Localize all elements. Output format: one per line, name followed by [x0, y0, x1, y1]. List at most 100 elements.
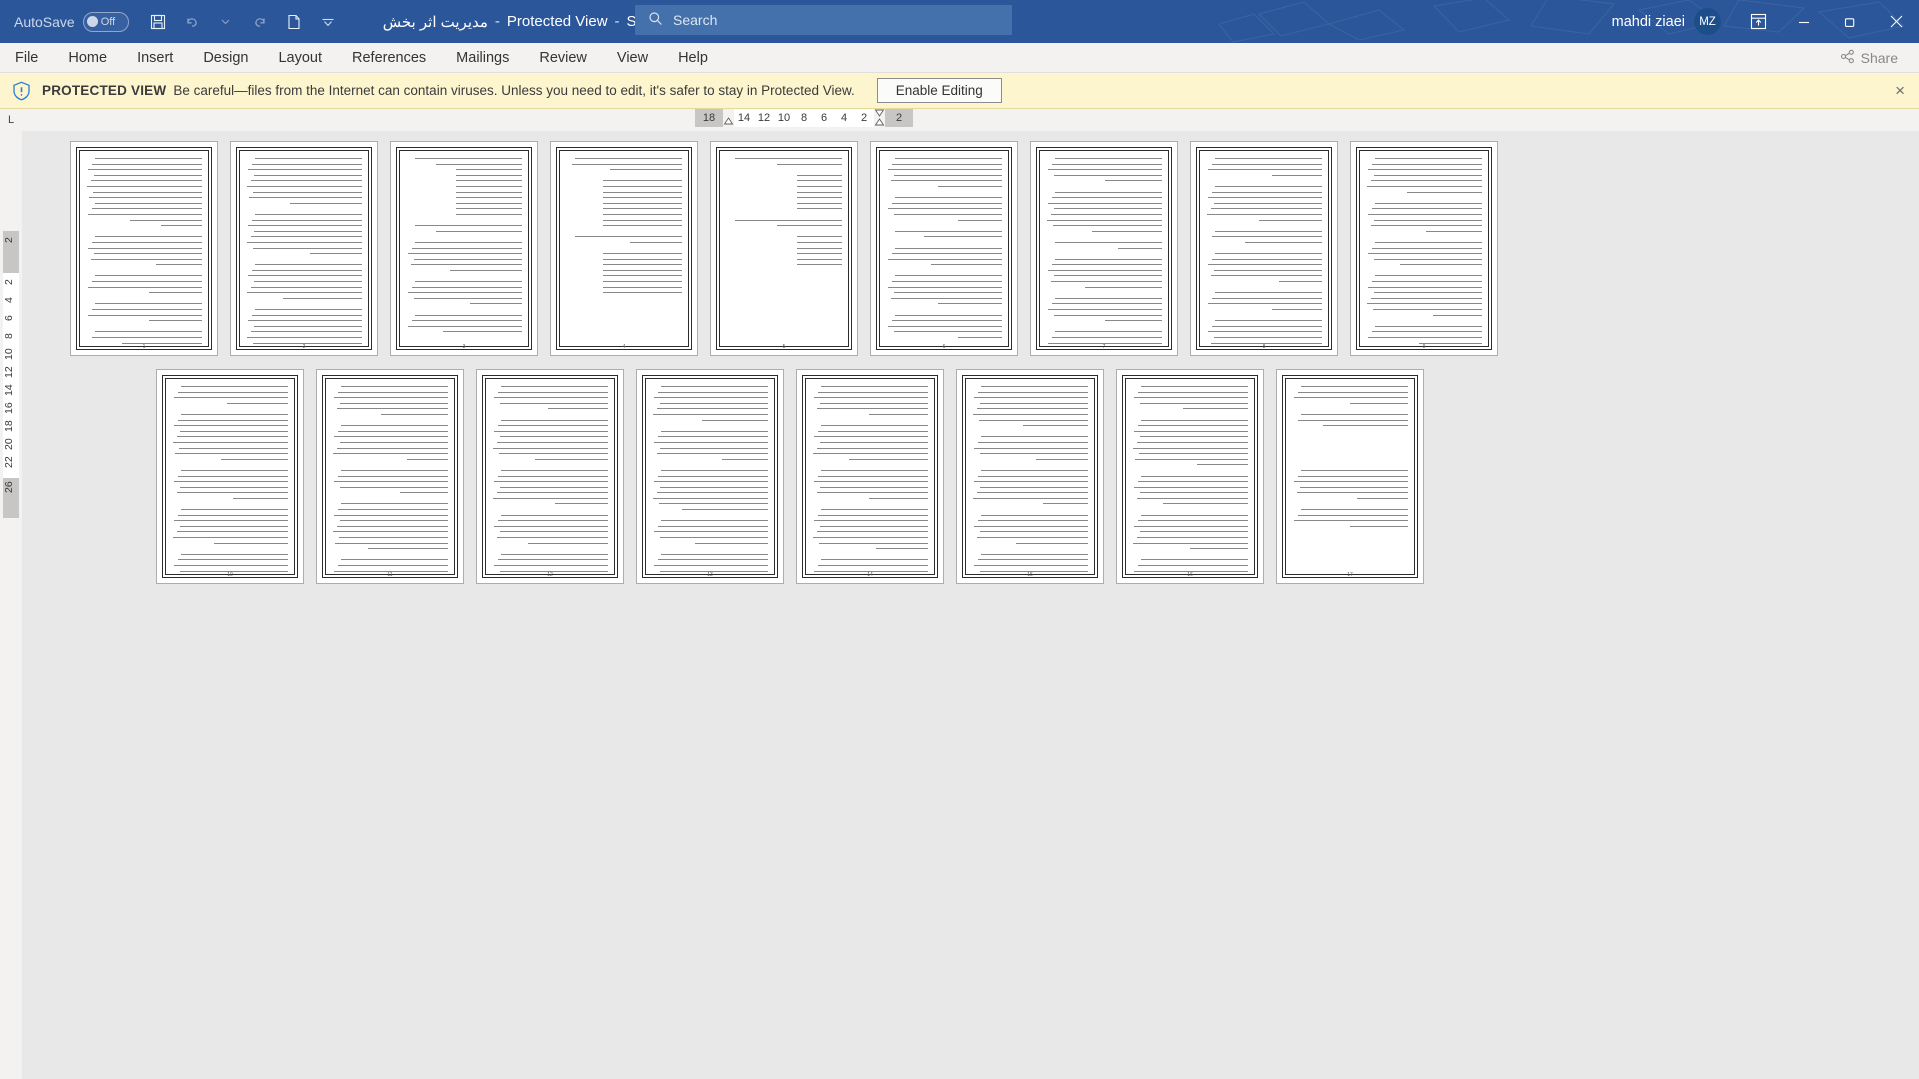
- title-bar-right: mahdi ziaei MZ: [1612, 0, 1919, 43]
- document-page[interactable]: 17: [1276, 369, 1424, 584]
- document-page[interactable]: 1: [70, 141, 218, 356]
- ruler-left-margin: 18: [695, 109, 723, 127]
- text-line: [255, 158, 362, 159]
- tab-layout[interactable]: Layout: [263, 43, 337, 73]
- document-page[interactable]: 9: [1350, 141, 1498, 356]
- new-document-icon[interactable]: [279, 7, 309, 37]
- tab-stop-selector[interactable]: L: [0, 109, 22, 131]
- tab-references[interactable]: References: [337, 43, 441, 73]
- text-line: [1300, 486, 1408, 488]
- document-canvas[interactable]: 1 2 3 4 5 6 7 8 9 10 11 12 13 14 15 16 17: [22, 131, 1919, 1079]
- document-page[interactable]: 12: [476, 369, 624, 584]
- text-line: [455, 180, 522, 182]
- indent-marker-right[interactable]: [874, 109, 885, 127]
- share-icon: [1840, 49, 1855, 67]
- text-line: [252, 247, 362, 249]
- text-line: [337, 391, 448, 393]
- text-line: [501, 553, 608, 555]
- enable-editing-button[interactable]: Enable Editing: [876, 78, 1002, 103]
- text-line: [500, 531, 608, 533]
- text-line: [335, 542, 448, 544]
- document-page[interactable]: 10: [156, 369, 304, 584]
- document-page[interactable]: 3: [390, 141, 538, 356]
- text-line: [575, 236, 682, 238]
- text-line: [338, 537, 448, 539]
- text-line: [694, 542, 768, 544]
- autosave-control[interactable]: AutoSave Off: [14, 11, 129, 32]
- vertical-ruler[interactable]: 2 2 4 6 8 10 12 14 16 18 20 22 26: [0, 131, 22, 1079]
- text-line: [340, 520, 448, 522]
- tab-design[interactable]: Design: [188, 43, 263, 73]
- document-page[interactable]: 4: [550, 141, 698, 356]
- text-line: [411, 286, 522, 288]
- text-line: [610, 169, 682, 171]
- close-banner-icon[interactable]: ×: [1895, 82, 1905, 99]
- tab-mailings[interactable]: Mailings: [441, 43, 524, 73]
- text-line: [455, 185, 522, 187]
- document-page[interactable]: 15: [956, 369, 1104, 584]
- tab-insert[interactable]: Insert: [122, 43, 188, 73]
- text-line: [661, 553, 768, 555]
- ruler-mark: 26: [3, 481, 15, 493]
- tab-review[interactable]: Review: [524, 43, 602, 73]
- text-line: [173, 537, 288, 539]
- tab-home[interactable]: Home: [53, 43, 122, 73]
- protected-view-badge: PROTECTED VIEW: [42, 83, 167, 98]
- text-line: [974, 447, 1088, 449]
- search-input[interactable]: Search: [673, 12, 717, 28]
- document-page[interactable]: 16: [1116, 369, 1264, 584]
- text-line: [181, 469, 288, 471]
- text-line: [1051, 337, 1162, 338]
- text-line: [820, 402, 928, 404]
- ribbon-display-options-icon[interactable]: [1735, 0, 1781, 43]
- tab-view[interactable]: View: [602, 43, 663, 73]
- restore-icon[interactable]: [1827, 0, 1873, 43]
- undo-dropdown-icon[interactable]: [211, 7, 241, 37]
- text-line: [336, 408, 448, 410]
- document-page[interactable]: 14: [796, 369, 944, 584]
- document-page[interactable]: 7: [1030, 141, 1178, 356]
- minimize-icon[interactable]: [1781, 0, 1827, 43]
- avatar[interactable]: MZ: [1694, 8, 1721, 35]
- text-line: [415, 281, 522, 283]
- document-page[interactable]: 5: [710, 141, 858, 356]
- text-line: [796, 208, 842, 210]
- text-line: [174, 565, 288, 566]
- document-page[interactable]: 11: [316, 369, 464, 584]
- text-line: [895, 197, 1002, 199]
- tab-help[interactable]: Help: [663, 43, 723, 73]
- document-page[interactable]: 13: [636, 369, 784, 584]
- document-page[interactable]: 2: [230, 141, 378, 356]
- tab-file[interactable]: File: [0, 43, 53, 73]
- search-box[interactable]: Search: [635, 5, 1012, 35]
- text-line: [868, 497, 928, 499]
- text-line: [340, 402, 448, 404]
- text-line: [603, 264, 682, 266]
- text-line: [974, 481, 1088, 483]
- share-button[interactable]: Share: [1831, 46, 1907, 70]
- customize-quick-access-toolbar-icon[interactable]: [313, 7, 343, 37]
- text-line: [938, 303, 1002, 305]
- save-icon[interactable]: [143, 7, 173, 37]
- close-icon[interactable]: [1873, 0, 1919, 43]
- indent-marker-left[interactable]: [723, 109, 734, 127]
- document-page[interactable]: 6: [870, 141, 1018, 356]
- text-line: [90, 180, 202, 182]
- horizontal-ruler[interactable]: 18 14 12 10 8 6 4 2 2: [22, 109, 1919, 131]
- text-line: [1133, 542, 1248, 544]
- text-line: [891, 320, 1002, 322]
- document-page[interactable]: 8: [1190, 141, 1338, 356]
- autosave-toggle[interactable]: Off: [82, 11, 129, 32]
- text-line: [895, 275, 1002, 277]
- text-line: [891, 253, 1002, 255]
- text-line: [500, 486, 608, 488]
- undo-icon[interactable]: [177, 7, 207, 37]
- text-line: [1054, 275, 1162, 277]
- ruler-mark: 4: [3, 297, 15, 303]
- text-line: [1042, 503, 1088, 505]
- redo-icon[interactable]: [245, 7, 275, 37]
